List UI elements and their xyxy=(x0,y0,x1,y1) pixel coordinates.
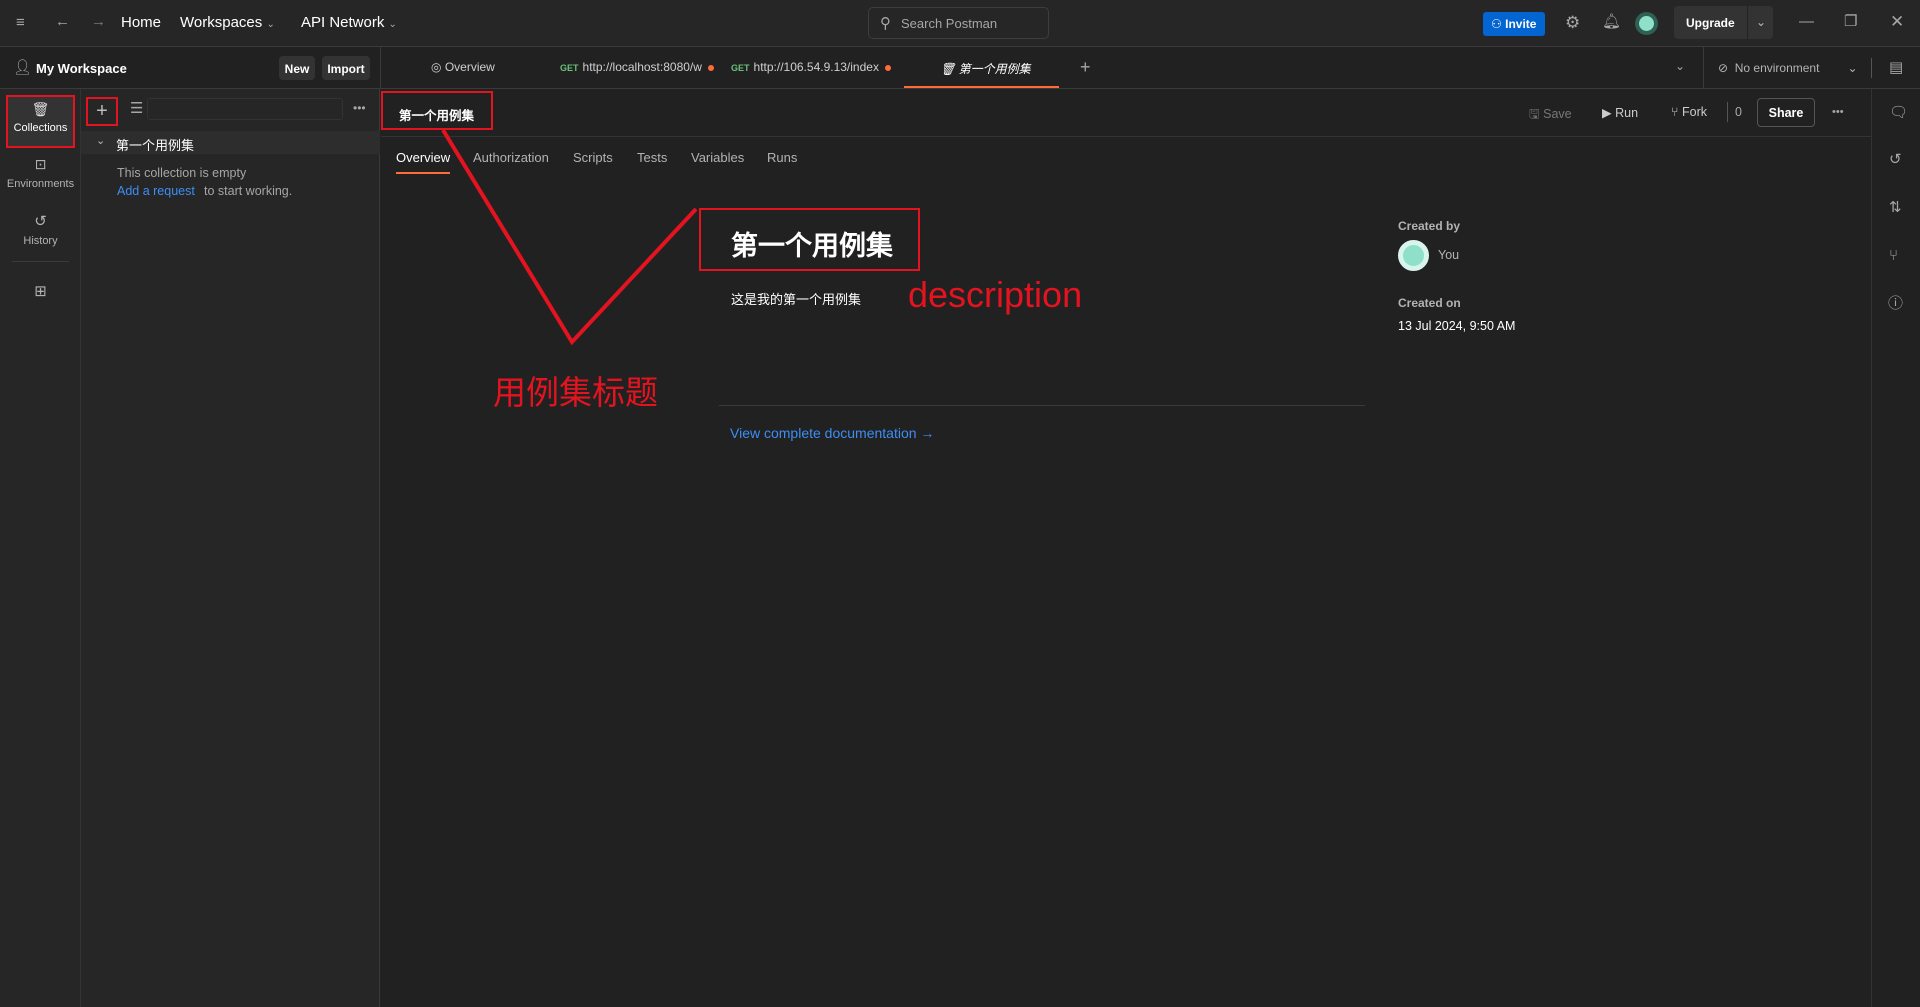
created-on-label: Created on xyxy=(1398,296,1461,310)
created-by-label: Created by xyxy=(1398,219,1461,233)
pull-requests-icon[interactable]: ⇅ xyxy=(1889,200,1902,215)
creator-name[interactable]: You xyxy=(1438,248,1459,262)
creator-avatar xyxy=(1398,240,1429,271)
created-on-value: 13 Jul 2024, 9:50 AM xyxy=(1398,319,1516,333)
info-icon[interactable]: ⓘ xyxy=(1888,296,1903,311)
divider xyxy=(719,405,1365,406)
right-rail xyxy=(1871,89,1920,1007)
view-documentation-link[interactable]: View complete documentation → xyxy=(730,425,934,441)
changelog-icon[interactable]: ↺ xyxy=(1889,152,1902,167)
annotation-arrow xyxy=(441,128,698,346)
forks-icon[interactable]: ⑂ xyxy=(1889,248,1898,263)
comments-icon[interactable]: 🗨︎ xyxy=(1889,105,1908,120)
